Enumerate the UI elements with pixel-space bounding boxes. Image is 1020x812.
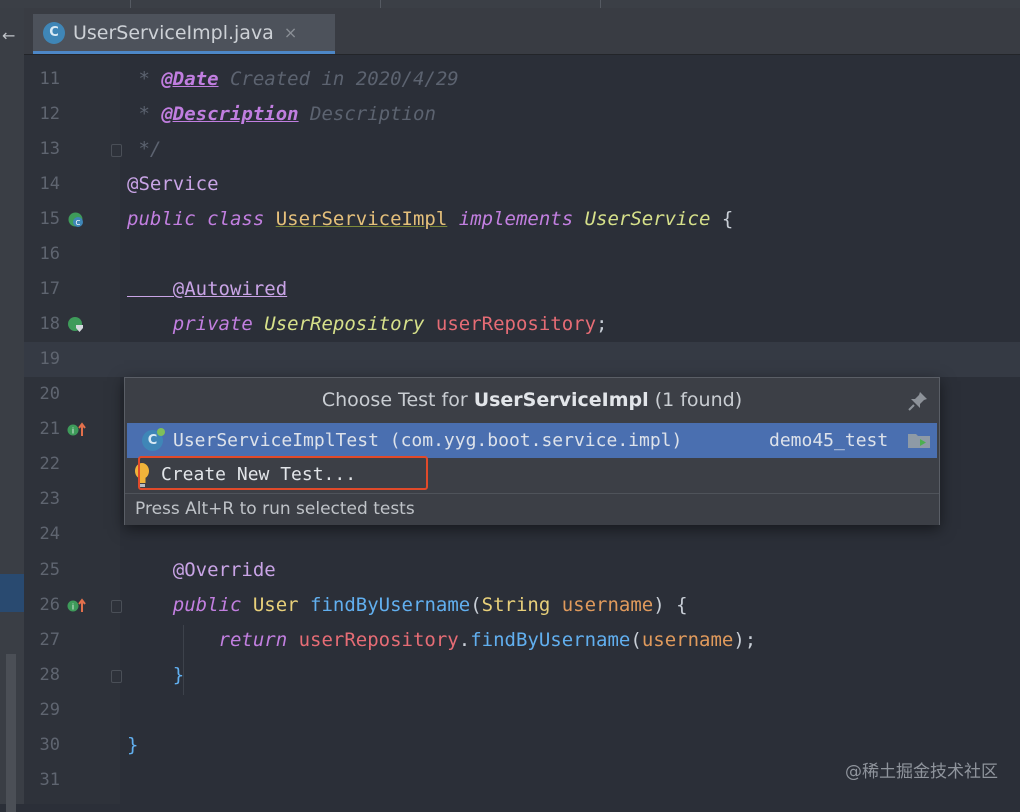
line-number: 26 (39, 595, 60, 615)
code-line: 18 private UserRepository userRepository… (24, 307, 1020, 342)
close-icon[interactable]: × (284, 23, 297, 42)
code-line: 15 C public class UserServiceImpl implem… (24, 202, 1020, 237)
line-number: 30 (39, 735, 60, 755)
line-number: 29 (39, 700, 60, 720)
module-name: demo45_test (769, 430, 889, 451)
line-number: 13 (39, 139, 60, 159)
popup-hint: Press Alt+R to run selected tests (135, 499, 415, 519)
code-line: 17 @Autowired (24, 272, 1020, 307)
fold-marker-icon[interactable] (111, 670, 122, 683)
left-tool-strip: ← (0, 8, 24, 812)
svg-text:C: C (76, 219, 81, 227)
code-line: 25 @Override (24, 553, 1020, 588)
line-number: 28 (39, 665, 60, 685)
popup-title: Choose Test for UserServiceImpl (1 found… (321, 389, 743, 411)
code-line: 29 (24, 693, 1020, 728)
highlight-annotation (138, 456, 428, 490)
code-text: } (127, 664, 185, 686)
fold-marker-icon[interactable] (111, 144, 122, 157)
code-text: @Autowired (127, 278, 288, 300)
code-line: 27 return userRepository.findByUsername(… (24, 623, 1020, 658)
svg-text:i: i (72, 427, 74, 436)
line-number: 23 (39, 489, 60, 509)
line-number: 20 (39, 384, 60, 404)
test-module-folder-icon (908, 434, 930, 448)
code-text: return userRepository.findByUsername(use… (127, 629, 757, 651)
code-line: 11 * @Date Created in 2020/4/29 (24, 62, 1020, 97)
line-number: 15 (39, 209, 60, 229)
implements-method-icon[interactable]: i (67, 421, 89, 438)
line-number: 19 (39, 349, 60, 369)
tab-user-service-impl[interactable]: C UserServiceImpl.java × (33, 14, 335, 54)
choose-test-popup: Choose Test for UserServiceImpl (1 found… (124, 377, 940, 525)
code-text: public User findByUsername(String userna… (127, 594, 688, 616)
line-number: 21 (39, 419, 60, 439)
line-number: 18 (39, 314, 60, 334)
line-number: 11 (39, 69, 60, 89)
code-line: 26 i public User findByUsername(String u… (24, 588, 1020, 623)
back-arrow-icon[interactable]: ← (2, 26, 15, 45)
spring-bean-icon[interactable]: C (67, 211, 84, 228)
code-text: private UserRepository userRepository; (127, 313, 608, 335)
line-number: 14 (39, 174, 60, 194)
code-line: 13 */ (24, 132, 1020, 167)
line-number: 27 (39, 630, 60, 650)
line-number: 17 (39, 279, 60, 299)
code-line: 28 } (24, 658, 1020, 693)
line-number: 25 (39, 560, 60, 580)
code-text: */ (127, 138, 162, 160)
code-line: 14 @Service (24, 167, 1020, 202)
code-text: public class UserServiceImpl implements … (127, 208, 734, 230)
code-text: @Override (127, 559, 276, 581)
java-class-icon: C (43, 21, 65, 44)
editor-tab-bar: C UserServiceImpl.java × (24, 8, 1020, 55)
code-text: * @Date Created in 2020/4/29 (127, 68, 459, 90)
pin-icon[interactable] (907, 390, 929, 412)
code-text: } (127, 734, 139, 756)
popup-footer: Press Alt+R to run selected tests (125, 493, 939, 525)
scrollbar[interactable] (6, 654, 16, 812)
line-number: 16 (39, 244, 60, 264)
indent-guide (183, 625, 184, 695)
tool-window-selection[interactable] (0, 574, 24, 612)
code-text: @Service (127, 173, 219, 195)
watermark: @稀土掘金技术社区 (845, 762, 998, 782)
line-number: 31 (39, 770, 60, 790)
implements-method-icon[interactable]: i (67, 597, 89, 614)
autowired-bean-icon[interactable] (67, 316, 84, 333)
fold-marker-icon[interactable] (111, 600, 122, 613)
test-class-icon: C (142, 428, 165, 451)
code-text: * @Description Description (127, 103, 436, 125)
code-line-current[interactable]: 19 (24, 342, 1020, 377)
test-result-item[interactable]: C UserServiceImplTest (com.yyg.boot.serv… (127, 423, 937, 458)
line-number: 12 (39, 104, 60, 124)
svg-text:i: i (72, 603, 74, 612)
code-line: 12 * @Description Description (24, 97, 1020, 132)
tab-label: UserServiceImpl.java (73, 21, 274, 44)
navigation-bar (0, 0, 1020, 8)
line-number: 22 (39, 454, 60, 474)
test-class-name: UserServiceImplTest (com.yyg.boot.servic… (173, 430, 683, 451)
code-line: 16 (24, 237, 1020, 272)
line-number: 24 (39, 524, 60, 544)
